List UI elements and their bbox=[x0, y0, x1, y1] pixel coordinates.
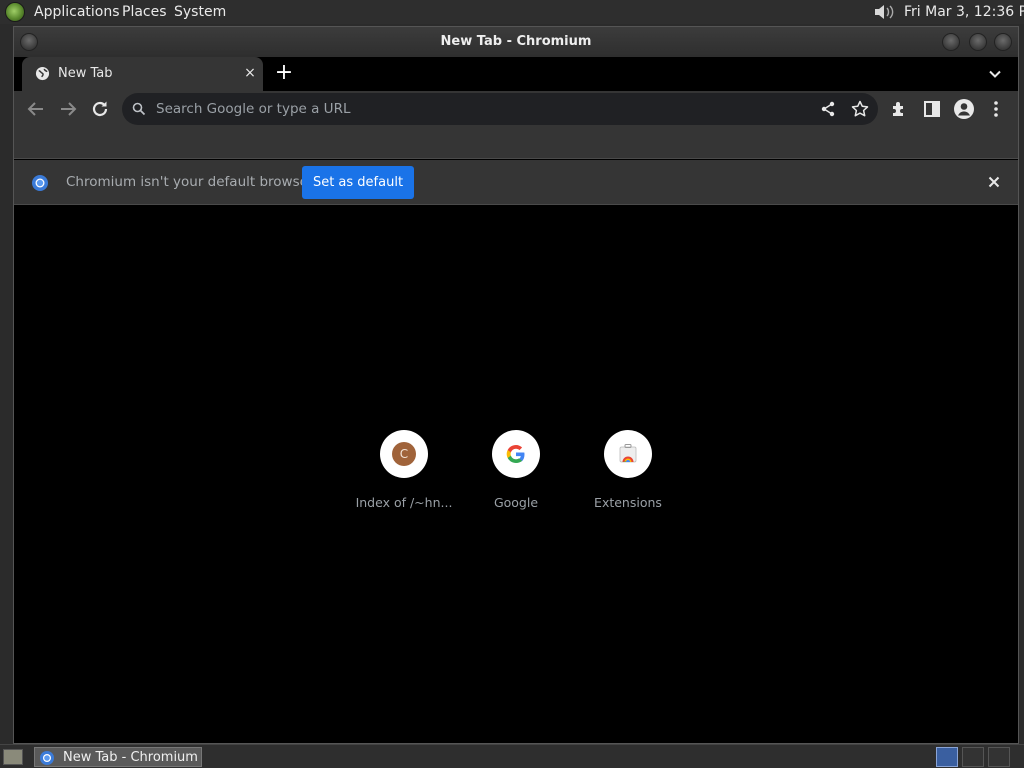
star-icon[interactable] bbox=[850, 99, 870, 119]
toolbar bbox=[14, 91, 1018, 127]
search-icon bbox=[132, 102, 146, 116]
new-tab-page: C Index of /~hn... Google Extensions bbox=[14, 206, 1018, 743]
workspace-switcher-2[interactable] bbox=[962, 747, 984, 767]
chevron-down-icon[interactable] bbox=[986, 65, 1004, 83]
default-browser-infobar: Chromium isn't your default browser Set … bbox=[14, 160, 1018, 205]
tab-strip: New Tab × + bbox=[14, 57, 1018, 91]
back-arrow-icon[interactable] bbox=[24, 97, 48, 121]
globe-icon bbox=[35, 66, 50, 81]
browser-window: New Tab - Chromium New Tab × + Search Go… bbox=[13, 26, 1019, 744]
tab-new-tab[interactable]: New Tab × bbox=[22, 57, 263, 91]
kebab-menu-icon[interactable] bbox=[984, 97, 1008, 121]
top-panel: Applications Places System Fri Mar 3, 12… bbox=[0, 0, 1024, 24]
shortcut-icon-circle bbox=[604, 430, 652, 478]
profile-avatar-icon[interactable] bbox=[952, 97, 976, 121]
clock[interactable]: Fri Mar 3, 12:36 PM bbox=[904, 4, 1024, 20]
shortcut-label: Google bbox=[493, 495, 539, 510]
shortcut-tile-google[interactable]: Google bbox=[460, 430, 572, 520]
workspace-switcher-3[interactable] bbox=[988, 747, 1010, 767]
new-tab-button[interactable]: + bbox=[272, 62, 296, 86]
maximize-button[interactable] bbox=[969, 33, 987, 51]
workspace-switcher-1[interactable] bbox=[936, 747, 958, 767]
bookmarks-bar bbox=[14, 127, 1018, 159]
shortcut-icon-circle bbox=[492, 430, 540, 478]
chrome-web-store-icon bbox=[619, 444, 637, 463]
window-menu-button[interactable] bbox=[20, 33, 38, 51]
shortcut-icon-circle: C bbox=[380, 430, 428, 478]
letter-avatar-icon: C bbox=[392, 442, 416, 466]
tab-close-icon[interactable]: × bbox=[243, 66, 257, 80]
show-desktop-icon[interactable] bbox=[3, 749, 23, 765]
set-as-default-button[interactable]: Set as default bbox=[302, 166, 414, 199]
distro-logo-icon[interactable] bbox=[5, 2, 25, 22]
reload-icon[interactable] bbox=[88, 97, 112, 121]
chromium-logo-icon bbox=[40, 751, 54, 765]
side-panel-icon[interactable] bbox=[920, 97, 944, 121]
bottom-panel: New Tab - Chromium bbox=[0, 744, 1024, 768]
shortcut-label: Index of /~hn... bbox=[355, 495, 453, 510]
share-icon[interactable] bbox=[818, 99, 838, 119]
minimize-button[interactable] bbox=[942, 33, 960, 51]
taskbar-item-label: New Tab - Chromium bbox=[63, 750, 198, 765]
window-titlebar[interactable]: New Tab - Chromium bbox=[14, 27, 1018, 57]
omnibox[interactable] bbox=[122, 93, 878, 125]
chromium-logo-icon bbox=[32, 175, 48, 191]
taskbar-item-chromium[interactable]: New Tab - Chromium bbox=[34, 747, 202, 767]
menu-applications[interactable]: Applications bbox=[34, 4, 120, 20]
close-icon[interactable] bbox=[986, 174, 1002, 190]
shortcut-label: Extensions bbox=[594, 495, 662, 510]
forward-arrow-icon[interactable] bbox=[56, 97, 80, 121]
tab-title: New Tab bbox=[58, 66, 113, 81]
menu-system[interactable]: System bbox=[174, 4, 226, 20]
address-bar-input[interactable] bbox=[156, 97, 796, 121]
infobar-message: Chromium isn't your default browser bbox=[66, 174, 314, 190]
puzzle-piece-icon[interactable] bbox=[888, 97, 912, 121]
shortcut-tile-index[interactable]: C Index of /~hn... bbox=[348, 430, 460, 520]
window-title: New Tab - Chromium bbox=[440, 34, 592, 49]
speaker-icon[interactable] bbox=[872, 2, 896, 22]
menu-places[interactable]: Places bbox=[122, 4, 167, 20]
shortcut-tile-extensions[interactable]: Extensions bbox=[572, 430, 684, 520]
google-g-icon bbox=[506, 445, 525, 463]
close-window-button[interactable] bbox=[994, 33, 1012, 51]
